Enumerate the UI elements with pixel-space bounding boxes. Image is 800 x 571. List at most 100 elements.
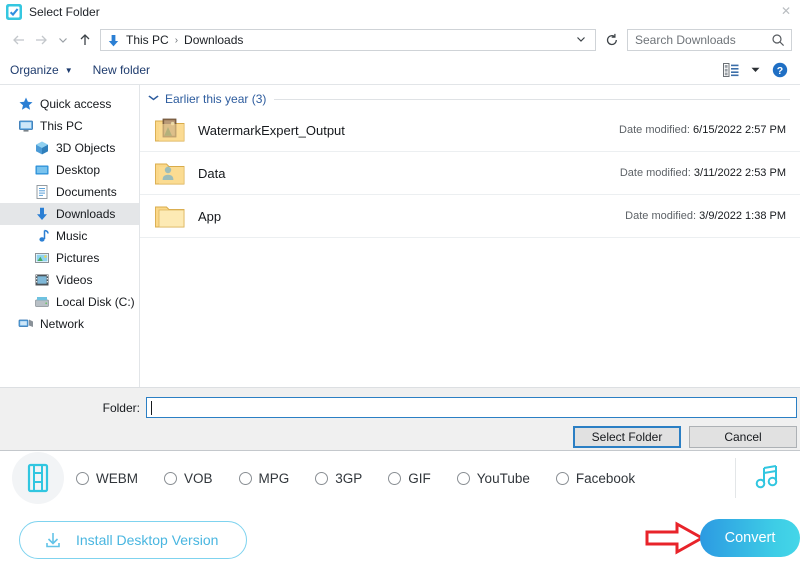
dialog-footer: Folder: Select Folder Cancel [0, 387, 800, 450]
organize-button[interactable]: Organize ▼ [0, 56, 83, 84]
format-radio-youtube[interactable]: YouTube [456, 470, 530, 486]
sidebar-item-downloads[interactable]: Downloads [0, 203, 139, 225]
view-mode-icon[interactable] [719, 59, 743, 81]
sidebar-item-music[interactable]: Music [0, 225, 139, 247]
folder-input-row: Folder: [0, 388, 800, 418]
file-date-modified: Date modified: 3/9/2022 1:38 PM [625, 210, 786, 222]
cancel-button[interactable]: Cancel [689, 426, 797, 448]
convert-button-label: Convert [724, 530, 776, 546]
select-folder-dialog: Select Folder ✕ This PC › Downloads Sear… [0, 0, 800, 450]
folder-field-label: Folder: [102, 400, 140, 415]
format-radio-facebook[interactable]: Facebook [555, 470, 636, 486]
command-bar-right: ? [719, 59, 800, 81]
arrow-up-icon[interactable] [74, 29, 96, 51]
sidebar-item-label: Pictures [56, 251, 100, 265]
date-modified-prefix: Date modified: [619, 124, 690, 136]
folder-photo-icon [154, 114, 186, 146]
sidebar-item-label: Network [40, 317, 85, 331]
desktop-icon [34, 162, 50, 178]
chevron-collapse-icon [146, 92, 160, 106]
sidebar-item-local-disk-c[interactable]: Local Disk (C:) [0, 291, 139, 313]
navigation-sidebar: Quick access This PC 3D Objects Desktop Docu… [0, 85, 140, 387]
search-input[interactable]: Search Downloads [627, 29, 792, 51]
organize-label: Organize [10, 63, 59, 77]
convert-button[interactable]: Convert [700, 519, 800, 557]
format-radio-label: 3GP [335, 470, 363, 486]
sidebar-item-label: Local Disk (C:) [56, 295, 135, 309]
download-icon [42, 529, 64, 551]
format-radio-label: GIF [408, 470, 431, 486]
radio-button-icon [456, 471, 470, 485]
music-note-icon [753, 462, 783, 495]
file-date-modified: Date modified: 6/15/2022 2:57 PM [619, 124, 786, 136]
footer-button-group: Select Folder Cancel [573, 426, 797, 448]
documents-icon [34, 184, 50, 200]
sidebar-item-pictures[interactable]: Pictures [0, 247, 139, 269]
videos-icon [34, 272, 50, 288]
group-divider [274, 98, 790, 100]
search-placeholder: Search Downloads [635, 33, 736, 47]
radio-button-icon [555, 471, 569, 485]
format-radio-3gp[interactable]: 3GP [315, 471, 362, 486]
address-dropdown-icon[interactable] [567, 33, 595, 47]
folder-icon [154, 200, 186, 232]
refresh-icon[interactable] [600, 29, 624, 51]
network-icon [18, 316, 34, 332]
sidebar-item-desktop[interactable]: Desktop [0, 159, 139, 181]
breadcrumb-downloads[interactable]: Downloads [182, 33, 245, 47]
folder-name-input[interactable] [146, 397, 797, 418]
format-radio-label: MPG [258, 470, 290, 486]
chevron-down-icon[interactable] [52, 29, 74, 51]
format-radio-webm[interactable]: WEBM [76, 471, 138, 486]
file-row[interactable]: Data Date modified: 3/11/2022 2:53 PM [140, 152, 800, 195]
sidebar-item-label: Quick access [40, 97, 112, 111]
file-row[interactable]: WatermarkExpert_Output Date modified: 6/1… [140, 109, 800, 152]
arrow-left-icon[interactable] [8, 29, 30, 51]
chevron-down-icon: ▼ [64, 65, 73, 75]
music-icon [34, 228, 50, 244]
video-category-icon-wrap [0, 452, 76, 504]
sidebar-item-videos[interactable]: Videos [0, 269, 139, 291]
computer-icon [18, 118, 34, 134]
arrow-right-icon[interactable] [30, 29, 52, 51]
search-icon [771, 33, 785, 47]
sidebar-item-label: Videos [56, 273, 93, 287]
dialog-titlebar: Select Folder ✕ [0, 0, 800, 24]
breadcrumb-this-pc[interactable]: This PC [124, 33, 171, 47]
format-radio-mpg[interactable]: MPG [238, 470, 290, 486]
format-radio-group: WEBM VOB MPG 3GP GIF YouTube Facebook [76, 471, 735, 486]
install-desktop-version-button[interactable]: Install Desktop Version [19, 521, 247, 559]
format-radio-label: Facebook [575, 470, 636, 486]
sidebar-item-quick-access[interactable]: Quick access [0, 93, 139, 115]
format-radio-label: YouTube [476, 470, 530, 486]
file-name: WatermarkExpert_Output [198, 122, 345, 138]
file-name: Data [198, 165, 226, 181]
select-folder-button[interactable]: Select Folder [573, 426, 681, 448]
radio-button-icon [315, 471, 329, 485]
help-icon[interactable]: ? [768, 59, 792, 81]
sidebar-item-documents[interactable]: Documents [0, 181, 139, 203]
close-icon[interactable]: ✕ [778, 3, 794, 19]
sidebar-item-label: Documents [56, 185, 117, 199]
radio-button-icon [76, 471, 89, 485]
checkmark-app-icon [6, 4, 22, 20]
star-icon [18, 96, 34, 112]
file-name: App [198, 208, 222, 224]
sidebar-item-label: 3D Objects [56, 141, 116, 155]
format-radio-vob[interactable]: VOB [164, 471, 213, 486]
new-folder-button[interactable]: New folder [83, 56, 160, 84]
sidebar-item-3d-objects[interactable]: 3D Objects [0, 137, 139, 159]
date-modified-value: 6/15/2022 2:57 PM [693, 124, 786, 136]
group-header-earlier-this-year[interactable]: Earlier this year (3) [140, 89, 800, 109]
format-radio-gif[interactable]: GIF [388, 471, 431, 486]
address-bar[interactable]: This PC › Downloads [100, 29, 596, 51]
sidebar-item-network[interactable]: Network [0, 313, 139, 335]
date-modified-prefix: Date modified: [619, 167, 691, 179]
sidebar-item-label: Music [56, 229, 88, 243]
sidebar-item-label: This PC [40, 119, 83, 133]
view-mode-chevron-down-icon[interactable] [746, 64, 765, 77]
file-date-modified: Date modified: 3/11/2022 2:53 PM [620, 167, 786, 179]
file-row[interactable]: App Date modified: 3/9/2022 1:38 PM [140, 195, 800, 238]
sidebar-item-this-pc[interactable]: This PC [0, 115, 139, 137]
text-caret [151, 400, 152, 415]
